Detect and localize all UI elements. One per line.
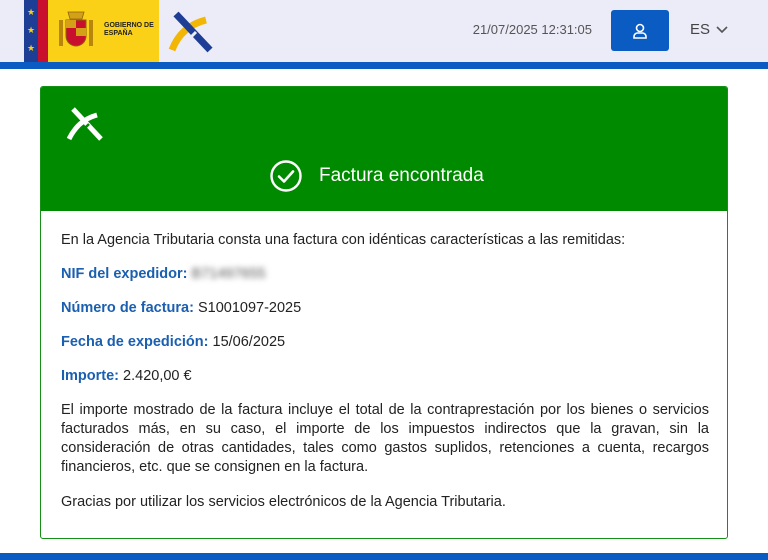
chevron-down-icon <box>716 25 728 33</box>
agencia-tributaria-logo[interactable] <box>168 10 214 54</box>
field-label: Importe: <box>61 368 119 384</box>
language-selector[interactable]: ES <box>690 21 740 38</box>
gobierno-logo[interactable]: ★ ★ ★ GOBIERNO DE ESPAÑA <box>24 0 159 62</box>
result-card: Factura encontrada En la Agencia Tributa… <box>40 86 728 539</box>
result-title-text: Factura encontrada <box>319 165 484 186</box>
top-bar: ★ ★ ★ GOBIERNO DE ESPAÑA 21/07/2025 12:3… <box>0 0 768 62</box>
coat-of-arms-icon <box>59 11 93 47</box>
intro-text: En la Agencia Tributaria consta una fact… <box>61 232 626 248</box>
card-body: En la Agencia Tributaria consta una fact… <box>61 231 709 527</box>
eu-star-icon: ★ <box>27 25 36 35</box>
thanks-text: Gracias por utilizar los servicios elect… <box>61 494 506 510</box>
eu-flag-stripe: ★ ★ ★ <box>24 0 38 62</box>
footer-divider <box>0 553 768 560</box>
disclaimer-text: El importe mostrado de la factura incluy… <box>61 402 709 475</box>
field-label: Fecha de expedición: <box>61 334 209 350</box>
eu-star-icon: ★ <box>27 7 36 17</box>
field-value: S1001097-2025 <box>197 300 302 316</box>
field-value: 15/06/2025 <box>212 334 286 350</box>
field-label: NIF del expedidor: <box>61 266 188 282</box>
field-value-blurred: B71497655 <box>191 266 266 282</box>
check-circle-icon <box>270 160 302 192</box>
gobierno-text: GOBIERNO DE ESPAÑA <box>104 22 154 37</box>
field-nif: NIF del expedidor: B71497655 <box>61 265 709 283</box>
header-divider <box>0 62 768 69</box>
user-icon <box>633 23 647 39</box>
user-button[interactable] <box>611 10 669 51</box>
field-fecha-expedicion: Fecha de expedición: 15/06/2025 <box>61 333 709 351</box>
field-importe: Importe: 2.420,00 € <box>61 367 709 385</box>
field-value: 2.420,00 € <box>123 368 192 384</box>
field-numero-factura: Número de factura: S1001097-2025 <box>61 299 709 317</box>
agencia-tributaria-logo-white <box>67 107 103 141</box>
field-label: Número de factura: <box>61 300 194 316</box>
session-datetime: 21/07/2025 12:31:05 <box>472 22 592 37</box>
result-title: Factura encontrada <box>269 159 484 193</box>
card-header: Factura encontrada <box>41 87 727 211</box>
spain-flag-stripe <box>38 0 48 62</box>
eu-star-icon: ★ <box>27 43 36 53</box>
language-label: ES <box>690 21 711 38</box>
